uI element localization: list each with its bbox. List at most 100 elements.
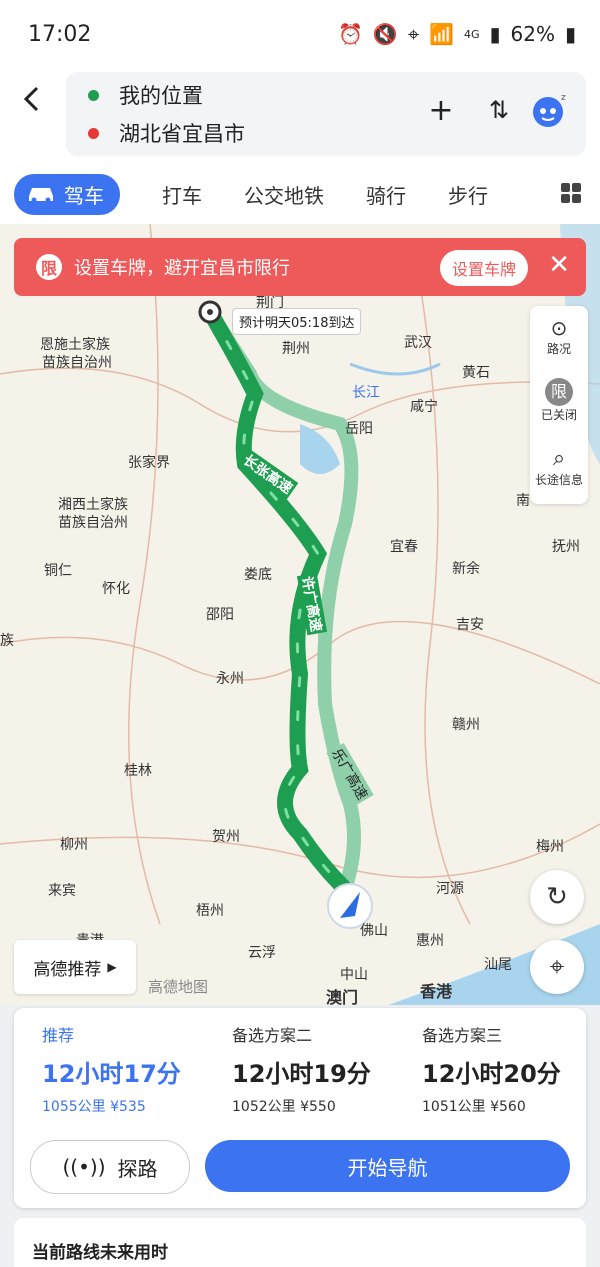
city-label: 佛山 [360, 923, 388, 939]
destination-row[interactable]: 湖北省宜昌市 [88, 114, 245, 152]
city-label: 娄底 [244, 567, 272, 583]
assistant-avatar-icon[interactable]: z [528, 90, 568, 130]
city-label: 梧州 [196, 903, 224, 919]
tab-taxi[interactable]: 打车 [162, 180, 202, 209]
route-option-2[interactable]: 备选方案二 12小时19分 1052公里 ¥550 [204, 1008, 394, 1128]
origin-dot-icon [88, 89, 99, 101]
tab-drive[interactable]: 驾车 [14, 173, 120, 215]
route-cost: ¥550 [300, 1099, 336, 1115]
city-label: 怀化 [102, 581, 130, 597]
route-option-duration: 12小时20分 [422, 1060, 561, 1088]
back-icon[interactable] [18, 84, 48, 114]
city-label: 云浮 [248, 945, 276, 961]
route-option-details: 1055公里 ¥535 [42, 1096, 146, 1116]
city-label: 贺州 [212, 829, 240, 845]
tab-cycling[interactable]: 骑行 [366, 180, 406, 209]
city-label: 邵阳 [206, 607, 234, 623]
route-option-recommended[interactable]: 推荐 12小时17分 1055公里 ¥535 [14, 1008, 204, 1128]
signal-icon: ▮ [489, 22, 501, 46]
city-label: 中山 [340, 967, 368, 983]
traffic-icon: ⊙ [550, 316, 568, 340]
status-bar: 17:02 ⏰ 🔇 ⌖ 📶 4G ▮ 62% ▮ [0, 0, 600, 70]
restriction-icon: 限 [545, 378, 573, 406]
city-label: 咸宁 [410, 399, 438, 415]
status-icons: ⏰ 🔇 ⌖ 📶 4G ▮ 62% ▮ [338, 22, 576, 46]
route-input-box[interactable]: 我的位置 湖北省宜昌市 + ⇅ z [66, 72, 586, 156]
long-trip-label: 长途信息 [534, 473, 583, 487]
route-option-duration: 12小时19分 [232, 1060, 371, 1088]
chevron-right-icon: ▶ [107, 960, 117, 974]
traffic-label: 路况 [546, 342, 571, 356]
city-label: 梅州 [536, 839, 564, 855]
city-label: 黄石 [462, 365, 490, 381]
tab-drive-label: 驾车 [64, 183, 104, 208]
city-label: 张家界 [128, 455, 170, 471]
transport-tabs: 驾车 打车 公交地铁 骑行 步行 [0, 164, 600, 224]
map-side-panel: ⊙ 路况 限 已关闭 ⌕ 长途信息 [530, 306, 588, 504]
eta-tooltip: 预计明天05:18到达 [232, 308, 362, 335]
location-icon: ⌖ [407, 22, 420, 46]
radar-icon: ((•)) [62, 1155, 106, 1179]
city-label: 铜仁 [44, 563, 72, 579]
more-modes-icon[interactable] [560, 182, 582, 204]
search-icon: ⌕ [552, 446, 566, 471]
alarm-icon: ⏰ [338, 22, 363, 46]
city-label: 苗族自治州 [58, 515, 128, 531]
traffic-button[interactable]: ⊙ 路况 [530, 316, 588, 357]
long-trip-info-button[interactable]: ⌕ 长途信息 [530, 446, 588, 488]
restriction-badge-icon: 限 [36, 254, 62, 280]
start-navigation-button[interactable]: 开始导航 [205, 1140, 570, 1192]
city-label: 新余 [452, 561, 480, 577]
mute-icon: 🔇 [372, 22, 398, 46]
close-icon[interactable]: ✕ [548, 250, 570, 280]
route-option-title: 备选方案三 [422, 1026, 503, 1045]
add-waypoint-icon[interactable]: + [421, 90, 461, 130]
refresh-button[interactable]: ↻ [530, 870, 584, 924]
tab-walking[interactable]: 步行 [448, 180, 488, 209]
destination-text: 湖北省宜昌市 [119, 122, 245, 146]
explore-route-button[interactable]: ((•)) 探路 [30, 1140, 190, 1194]
city-label: 湘西土家族 [58, 497, 128, 513]
battery-icon: ▮ [564, 22, 576, 46]
tab-transit[interactable]: 公交地铁 [244, 180, 324, 209]
city-label: 南 [516, 493, 530, 509]
city-label: 河源 [436, 881, 464, 897]
city-label: 柳州 [60, 837, 88, 853]
future-time-title: 当前路线未来用时 [32, 1243, 168, 1263]
locate-button[interactable]: ⌖ [530, 940, 584, 994]
swap-icon[interactable]: ⇅ [479, 90, 519, 130]
route-option-title: 推荐 [42, 1026, 75, 1045]
route-distance: 1051公里 [422, 1099, 486, 1115]
restriction-toggle-button[interactable]: 限 已关闭 [530, 378, 588, 423]
city-label: 桂林 [124, 763, 152, 779]
locate-icon: ⌖ [549, 951, 565, 982]
city-label: 来宾 [48, 883, 76, 899]
refresh-icon: ↻ [546, 882, 568, 912]
gaode-recommend-label: 高德推荐 [33, 959, 102, 980]
battery-label: 62% [510, 22, 555, 46]
restriction-message: 设置车牌，避开宜昌市限行 [74, 258, 290, 279]
city-label: 苗族自治州 [42, 355, 112, 371]
set-plate-button[interactable]: 设置车牌 [439, 250, 528, 286]
restriction-label: 已关闭 [540, 408, 577, 422]
river-label: 长江 [352, 385, 380, 401]
city-label: 惠州 [416, 933, 444, 949]
route-option-title: 备选方案二 [232, 1026, 313, 1045]
route-cost: ¥535 [110, 1099, 146, 1115]
origin-text: 我的位置 [119, 84, 203, 108]
route-option-3[interactable]: 备选方案三 12小时20分 1051公里 ¥560 [394, 1008, 584, 1128]
city-label: 永州 [216, 671, 244, 687]
route-distance: 1052公里 [232, 1099, 296, 1115]
map-view[interactable]: 长张高速 许广高速 乐广高速 荆门 荆州 武汉 黄石 恩施土家族 苗族自治州 长… [0, 224, 600, 1054]
car-icon [29, 188, 53, 203]
city-label: 汕尾 [484, 957, 512, 973]
city-label: 恩施土家族 [40, 337, 110, 353]
restriction-banner: 限 设置车牌，避开宜昌市限行 设置车牌 ✕ [14, 238, 586, 296]
route-cost: ¥560 [490, 1099, 526, 1115]
svg-text:z: z [561, 93, 566, 103]
future-time-section[interactable]: 当前路线未来用时 [14, 1218, 586, 1267]
gaode-recommend-button[interactable]: 高德推荐 ▶ [14, 940, 136, 994]
route-distance: 1055公里 [42, 1099, 106, 1115]
city-label: 香港 [420, 982, 453, 1001]
origin-row[interactable]: 我的位置 [88, 76, 203, 114]
